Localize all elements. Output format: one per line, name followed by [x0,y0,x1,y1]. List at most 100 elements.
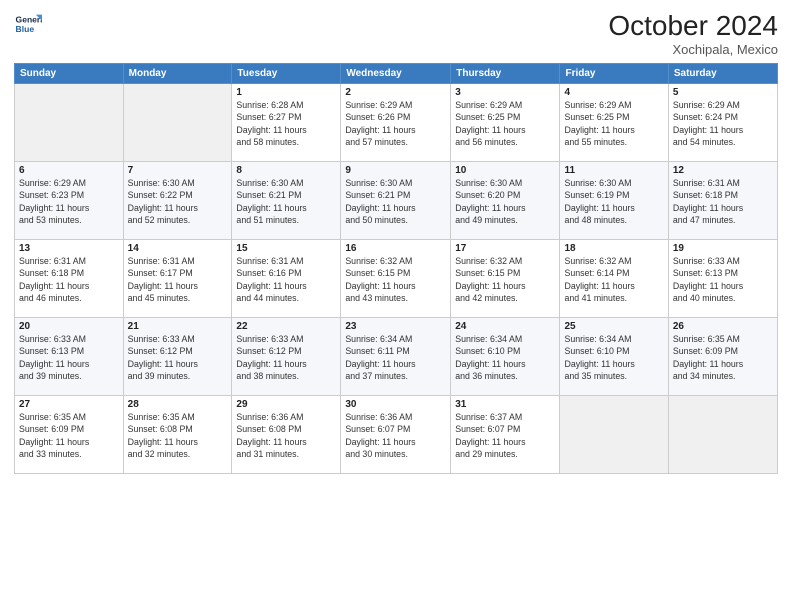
calendar-cell: 4Sunrise: 6:29 AM Sunset: 6:25 PM Daylig… [560,84,668,162]
calendar-table: SundayMondayTuesdayWednesdayThursdayFrid… [14,63,778,474]
day-number: 4 [564,87,663,98]
day-info: Sunrise: 6:33 AM Sunset: 6:13 PM Dayligh… [19,333,119,382]
weekday-header-row: SundayMondayTuesdayWednesdayThursdayFrid… [15,64,778,84]
day-number: 28 [128,399,228,410]
day-info: Sunrise: 6:28 AM Sunset: 6:27 PM Dayligh… [236,99,336,148]
weekday-friday: Friday [560,64,668,84]
calendar-cell: 21Sunrise: 6:33 AM Sunset: 6:12 PM Dayli… [123,318,232,396]
calendar-cell: 14Sunrise: 6:31 AM Sunset: 6:17 PM Dayli… [123,240,232,318]
header: General Blue October 2024 Xochipala, Mex… [14,10,778,57]
day-info: Sunrise: 6:31 AM Sunset: 6:18 PM Dayligh… [19,255,119,304]
day-number: 8 [236,165,336,176]
day-info: Sunrise: 6:30 AM Sunset: 6:22 PM Dayligh… [128,177,228,226]
week-row-5: 27Sunrise: 6:35 AM Sunset: 6:09 PM Dayli… [15,396,778,474]
day-number: 18 [564,243,663,254]
day-info: Sunrise: 6:29 AM Sunset: 6:26 PM Dayligh… [345,99,446,148]
day-info: Sunrise: 6:37 AM Sunset: 6:07 PM Dayligh… [455,411,555,460]
calendar-cell: 3Sunrise: 6:29 AM Sunset: 6:25 PM Daylig… [451,84,560,162]
day-number: 7 [128,165,228,176]
weekday-sunday: Sunday [15,64,124,84]
day-info: Sunrise: 6:36 AM Sunset: 6:07 PM Dayligh… [345,411,446,460]
day-number: 21 [128,321,228,332]
week-row-1: 1Sunrise: 6:28 AM Sunset: 6:27 PM Daylig… [15,84,778,162]
day-info: Sunrise: 6:34 AM Sunset: 6:11 PM Dayligh… [345,333,446,382]
calendar-cell: 6Sunrise: 6:29 AM Sunset: 6:23 PM Daylig… [15,162,124,240]
calendar-cell: 25Sunrise: 6:34 AM Sunset: 6:10 PM Dayli… [560,318,668,396]
day-info: Sunrise: 6:32 AM Sunset: 6:15 PM Dayligh… [345,255,446,304]
day-info: Sunrise: 6:30 AM Sunset: 6:20 PM Dayligh… [455,177,555,226]
calendar-cell: 7Sunrise: 6:30 AM Sunset: 6:22 PM Daylig… [123,162,232,240]
day-number: 24 [455,321,555,332]
day-info: Sunrise: 6:30 AM Sunset: 6:21 PM Dayligh… [345,177,446,226]
calendar-cell: 13Sunrise: 6:31 AM Sunset: 6:18 PM Dayli… [15,240,124,318]
calendar-cell [123,84,232,162]
logo: General Blue [14,10,42,38]
calendar-cell: 23Sunrise: 6:34 AM Sunset: 6:11 PM Dayli… [341,318,451,396]
day-number: 15 [236,243,336,254]
calendar-cell: 26Sunrise: 6:35 AM Sunset: 6:09 PM Dayli… [668,318,777,396]
calendar-cell: 15Sunrise: 6:31 AM Sunset: 6:16 PM Dayli… [232,240,341,318]
week-row-4: 20Sunrise: 6:33 AM Sunset: 6:13 PM Dayli… [15,318,778,396]
calendar-cell: 18Sunrise: 6:32 AM Sunset: 6:14 PM Dayli… [560,240,668,318]
day-number: 9 [345,165,446,176]
day-number: 19 [673,243,773,254]
calendar-cell: 24Sunrise: 6:34 AM Sunset: 6:10 PM Dayli… [451,318,560,396]
week-row-3: 13Sunrise: 6:31 AM Sunset: 6:18 PM Dayli… [15,240,778,318]
day-info: Sunrise: 6:30 AM Sunset: 6:19 PM Dayligh… [564,177,663,226]
day-number: 11 [564,165,663,176]
day-number: 12 [673,165,773,176]
calendar-cell [668,396,777,474]
calendar-cell: 31Sunrise: 6:37 AM Sunset: 6:07 PM Dayli… [451,396,560,474]
day-number: 14 [128,243,228,254]
calendar-cell: 1Sunrise: 6:28 AM Sunset: 6:27 PM Daylig… [232,84,341,162]
day-number: 16 [345,243,446,254]
calendar-cell: 5Sunrise: 6:29 AM Sunset: 6:24 PM Daylig… [668,84,777,162]
calendar-cell: 12Sunrise: 6:31 AM Sunset: 6:18 PM Dayli… [668,162,777,240]
calendar-cell: 8Sunrise: 6:30 AM Sunset: 6:21 PM Daylig… [232,162,341,240]
calendar-cell: 9Sunrise: 6:30 AM Sunset: 6:21 PM Daylig… [341,162,451,240]
day-info: Sunrise: 6:29 AM Sunset: 6:23 PM Dayligh… [19,177,119,226]
month-title: October 2024 [608,10,778,42]
calendar-cell: 30Sunrise: 6:36 AM Sunset: 6:07 PM Dayli… [341,396,451,474]
calendar-cell: 20Sunrise: 6:33 AM Sunset: 6:13 PM Dayli… [15,318,124,396]
day-number: 3 [455,87,555,98]
day-info: Sunrise: 6:32 AM Sunset: 6:15 PM Dayligh… [455,255,555,304]
title-block: October 2024 Xochipala, Mexico [608,10,778,57]
day-number: 6 [19,165,119,176]
day-number: 13 [19,243,119,254]
location: Xochipala, Mexico [608,42,778,57]
weekday-saturday: Saturday [668,64,777,84]
calendar-body: 1Sunrise: 6:28 AM Sunset: 6:27 PM Daylig… [15,84,778,474]
day-info: Sunrise: 6:36 AM Sunset: 6:08 PM Dayligh… [236,411,336,460]
day-number: 20 [19,321,119,332]
day-info: Sunrise: 6:33 AM Sunset: 6:12 PM Dayligh… [236,333,336,382]
day-number: 10 [455,165,555,176]
day-number: 31 [455,399,555,410]
svg-text:Blue: Blue [16,24,35,34]
weekday-wednesday: Wednesday [341,64,451,84]
day-info: Sunrise: 6:31 AM Sunset: 6:18 PM Dayligh… [673,177,773,226]
calendar-cell: 27Sunrise: 6:35 AM Sunset: 6:09 PM Dayli… [15,396,124,474]
day-info: Sunrise: 6:31 AM Sunset: 6:17 PM Dayligh… [128,255,228,304]
day-info: Sunrise: 6:35 AM Sunset: 6:08 PM Dayligh… [128,411,228,460]
weekday-monday: Monday [123,64,232,84]
day-number: 22 [236,321,336,332]
day-number: 26 [673,321,773,332]
calendar-cell: 16Sunrise: 6:32 AM Sunset: 6:15 PM Dayli… [341,240,451,318]
day-info: Sunrise: 6:29 AM Sunset: 6:25 PM Dayligh… [564,99,663,148]
day-info: Sunrise: 6:35 AM Sunset: 6:09 PM Dayligh… [19,411,119,460]
calendar-cell [560,396,668,474]
day-info: Sunrise: 6:32 AM Sunset: 6:14 PM Dayligh… [564,255,663,304]
day-number: 5 [673,87,773,98]
day-info: Sunrise: 6:29 AM Sunset: 6:24 PM Dayligh… [673,99,773,148]
weekday-thursday: Thursday [451,64,560,84]
weekday-tuesday: Tuesday [232,64,341,84]
day-number: 1 [236,87,336,98]
day-number: 2 [345,87,446,98]
calendar-cell: 28Sunrise: 6:35 AM Sunset: 6:08 PM Dayli… [123,396,232,474]
day-info: Sunrise: 6:29 AM Sunset: 6:25 PM Dayligh… [455,99,555,148]
week-row-2: 6Sunrise: 6:29 AM Sunset: 6:23 PM Daylig… [15,162,778,240]
calendar-cell: 29Sunrise: 6:36 AM Sunset: 6:08 PM Dayli… [232,396,341,474]
day-info: Sunrise: 6:34 AM Sunset: 6:10 PM Dayligh… [564,333,663,382]
day-number: 27 [19,399,119,410]
